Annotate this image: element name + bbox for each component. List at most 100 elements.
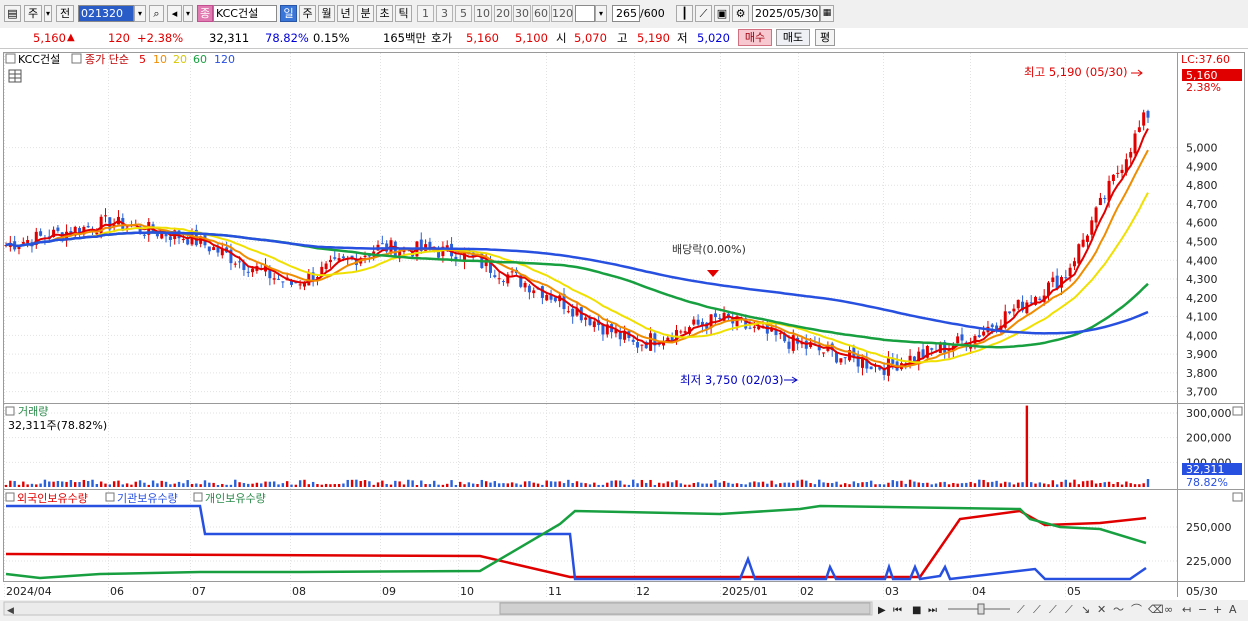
calendar-icon[interactable]: ▦ xyxy=(820,5,834,22)
mode-dropdown-icon[interactable]: ▾ xyxy=(44,5,52,22)
stop-icon[interactable]: ■ xyxy=(912,605,921,616)
volume-bar xyxy=(190,483,194,487)
interval-20-button[interactable]: 20 xyxy=(494,5,512,22)
period-minute-button[interactable]: 분 xyxy=(357,5,374,22)
zoom-in-icon[interactable]: + xyxy=(1213,603,1222,616)
last-page-icon[interactable]: ⏭ xyxy=(928,605,937,616)
scroll-right-icon[interactable]: ▶ xyxy=(878,605,886,616)
volume-bar xyxy=(368,481,371,487)
draw-link-icon[interactable]: ∞ xyxy=(1164,603,1173,616)
volume-bar xyxy=(930,484,933,487)
volume-toggle-icon[interactable] xyxy=(5,406,15,416)
move-left-icon[interactable]: ↤ xyxy=(1182,603,1191,616)
interval-30-button[interactable]: 30 xyxy=(513,5,531,22)
candle-body xyxy=(1081,239,1085,247)
institution-toggle-icon[interactable] xyxy=(105,492,115,502)
settings-gear-icon[interactable]: ⚙ xyxy=(732,5,749,22)
average-button[interactable]: 평 xyxy=(815,29,835,46)
scrollbar-thumb[interactable] xyxy=(499,602,871,615)
interval-5-button[interactable]: 5 xyxy=(455,5,472,22)
save-icon[interactable]: ▣ xyxy=(714,5,730,22)
speaker-icon[interactable]: ◂ xyxy=(167,5,182,22)
speaker-dropdown-icon[interactable]: ▾ xyxy=(183,5,193,22)
stock-name-field[interactable]: KCC건설 xyxy=(213,5,277,22)
volume-bar xyxy=(960,483,964,487)
volume-bar xyxy=(934,483,938,487)
candle-body xyxy=(26,240,30,243)
chart-type-icon[interactable]: ┃ xyxy=(676,5,693,22)
volume-bar xyxy=(493,481,497,487)
date-input[interactable]: 2025/05/30 xyxy=(752,5,820,22)
window-menu-icon[interactable]: ▤ xyxy=(4,5,21,22)
interval-10-button[interactable]: 10 xyxy=(474,5,492,22)
volume-tick-label: 300,000 xyxy=(1186,407,1232,420)
volume-tick-label: 200,000 xyxy=(1186,432,1232,445)
individual-toggle-icon[interactable] xyxy=(193,492,203,502)
stock-code-dropdown-icon[interactable]: ▾ xyxy=(134,5,146,22)
volume-bar xyxy=(683,484,687,487)
candle-body xyxy=(787,341,791,349)
draw-arrow-icon[interactable]: ↘ xyxy=(1081,603,1090,616)
candle-body xyxy=(930,348,934,350)
volume-close-icon[interactable] xyxy=(1232,406,1243,416)
volume-bar xyxy=(407,479,410,487)
volume-bar xyxy=(4,484,8,487)
volume-bar xyxy=(212,482,215,487)
custom-interval-dropdown-icon[interactable]: ▾ xyxy=(595,5,607,22)
draw-fib-icon[interactable]: ⟋ xyxy=(1049,603,1057,616)
stock-label-toggle-icon[interactable] xyxy=(5,53,16,64)
zoom-slider-handle[interactable] xyxy=(977,603,985,615)
volume-bar xyxy=(757,482,760,487)
volume-bar xyxy=(394,480,397,487)
zoom-out-icon[interactable]: − xyxy=(1198,603,1207,616)
mode-secondary-button[interactable]: 전 xyxy=(56,5,74,22)
draw-erase-icon[interactable]: ⌫ xyxy=(1148,603,1164,616)
period-day-button[interactable]: 일 xyxy=(280,5,297,22)
draw-wave-icon[interactable]: 〜 xyxy=(1113,603,1124,616)
candle-body xyxy=(990,324,994,327)
ma-toggle-icon[interactable] xyxy=(71,53,82,64)
volume-bar xyxy=(904,483,907,487)
volume-bar xyxy=(48,481,51,487)
volume-bar xyxy=(43,479,47,487)
foreign-toggle-icon[interactable] xyxy=(5,492,15,502)
auto-scale-icon[interactable]: A xyxy=(1229,603,1237,616)
interval-120-button[interactable]: 120 xyxy=(551,5,573,22)
draw-trend-icon[interactable]: ⟋ xyxy=(1033,603,1041,616)
buy-button[interactable]: 매수 xyxy=(738,29,772,46)
draw-channel-icon[interactable]: ⟋ xyxy=(1065,603,1073,616)
period-week-button[interactable]: 주 xyxy=(299,5,316,22)
mode-primary-button[interactable]: 주 xyxy=(24,5,42,22)
holding-close-icon[interactable] xyxy=(1232,492,1243,502)
candle-body xyxy=(692,319,696,325)
interval-1-button[interactable]: 1 xyxy=(417,5,434,22)
scroll-left-icon[interactable]: ◀ xyxy=(7,606,14,616)
candle-body xyxy=(298,284,302,286)
price-tick-label: 3,800 xyxy=(1186,367,1218,380)
candle-body xyxy=(281,281,285,283)
volume-bar xyxy=(852,481,856,487)
stock-code-input[interactable]: 021320 xyxy=(78,5,134,22)
custom-interval-input[interactable] xyxy=(575,5,595,22)
volume-bar xyxy=(774,484,778,487)
indicator-icon[interactable]: ⟋ xyxy=(695,5,712,22)
sell-button[interactable]: 매도 xyxy=(776,29,810,46)
display-count-input[interactable]: 265 xyxy=(612,5,640,22)
period-month-button[interactable]: 월 xyxy=(318,5,335,22)
period-second-button[interactable]: 초 xyxy=(376,5,393,22)
stock-chart[interactable]: 5,000 4,900 4,800 4,700 4,600 4,500 4,400 4,300… xyxy=(0,49,1248,621)
period-year-button[interactable]: 년 xyxy=(337,5,354,22)
period-tick-button[interactable]: 틱 xyxy=(395,5,412,22)
volume-bar xyxy=(350,479,354,487)
draw-cross-icon[interactable]: ✕ xyxy=(1097,603,1106,616)
interval-60-button[interactable]: 60 xyxy=(532,5,550,22)
draw-line-icon[interactable]: ⟋ xyxy=(1017,603,1025,616)
search-icon[interactable]: ⌕ xyxy=(149,5,164,22)
interval-3-button[interactable]: 3 xyxy=(436,5,453,22)
draw-text-icon[interactable]: ⌒ xyxy=(1131,603,1142,616)
volume-bar xyxy=(584,483,587,487)
first-page-icon[interactable]: ⏮ xyxy=(893,605,902,616)
volume-title: 거래량 xyxy=(18,405,48,418)
volume-bar xyxy=(783,482,786,487)
volume-bar xyxy=(99,481,103,487)
